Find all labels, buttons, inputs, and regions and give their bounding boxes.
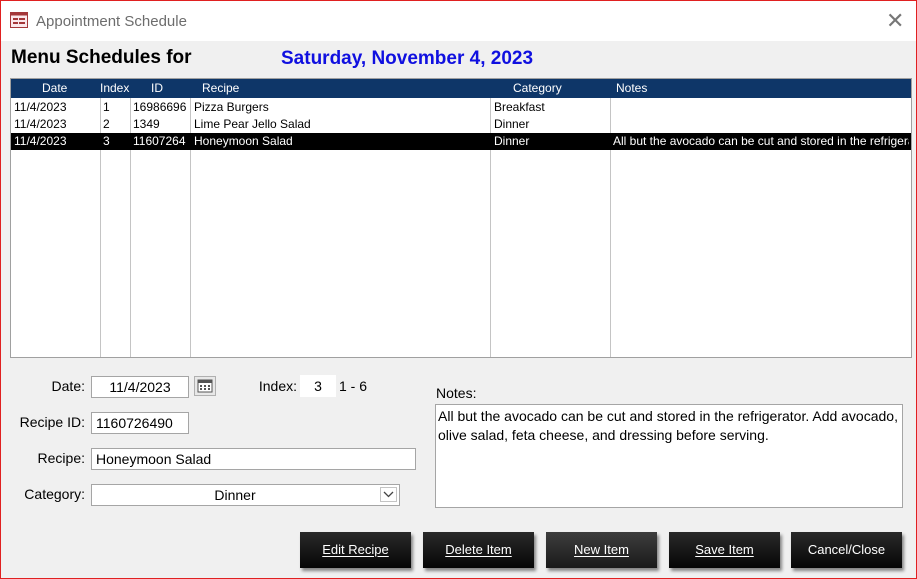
recipe-id-label: Recipe ID: — [19, 414, 85, 430]
save-item-button[interactable]: Save Item — [669, 532, 780, 568]
cancel-close-button[interactable]: Cancel/Close — [791, 532, 902, 568]
cell-notes: All but the avocado can be cut and store… — [613, 134, 909, 148]
column-header-date[interactable]: Date — [42, 79, 67, 98]
cell-recipe: Lime Pear Jello Salad — [194, 117, 311, 131]
cell-id: 11607264 — [133, 134, 186, 148]
close-icon[interactable]: ✕ — [886, 10, 904, 32]
index-label: Index: — [258, 378, 297, 394]
cell-index: 1 — [103, 100, 110, 114]
recipe-id-field[interactable]: 1160726490 — [91, 412, 189, 434]
cell-id: 1349 — [133, 117, 160, 131]
notes-label: Notes: — [436, 385, 477, 401]
menu-schedule-grid[interactable]: Date Index ID Recipe Category Notes 11/4… — [10, 78, 912, 358]
cell-id: 16986696 — [133, 100, 187, 114]
cell-date: 11/4/2023 — [14, 117, 67, 131]
date-label: Date: — [51, 378, 85, 394]
form-icon — [10, 12, 28, 28]
calendar-icon — [197, 379, 213, 393]
edit-recipe-button[interactable]: Edit Recipe — [300, 532, 411, 568]
column-header-index[interactable]: Index — [100, 79, 129, 98]
recipe-field[interactable]: Honeymoon Salad — [91, 448, 416, 470]
delete-item-button[interactable]: Delete Item — [423, 532, 534, 568]
cell-recipe: Pizza Burgers — [194, 100, 269, 114]
cell-notes — [613, 99, 909, 116]
appointment-schedule-window: Appointment Schedule ✕ Menu Schedules fo… — [0, 0, 917, 579]
cell-category: Dinner — [494, 117, 530, 131]
column-header-category[interactable]: Category — [513, 79, 562, 98]
schedule-date-heading: Saturday, November 4, 2023 — [281, 48, 534, 69]
index-field[interactable]: 3 — [300, 375, 336, 397]
table-row[interactable]: 11/4/2023 1 16986696 Pizza Burgers Break… — [11, 99, 911, 116]
cell-recipe: Honeymoon Salad — [194, 134, 293, 148]
page-title: Menu Schedules for — [11, 47, 192, 68]
cell-category: Dinner — [494, 134, 530, 148]
cell-index: 2 — [103, 117, 110, 131]
column-header-notes[interactable]: Notes — [616, 79, 647, 98]
recipe-label: Recipe: — [37, 450, 85, 466]
column-header-id[interactable]: ID — [151, 79, 163, 98]
window-title: Appointment Schedule — [36, 13, 187, 30]
category-value: Dinner — [214, 487, 256, 503]
cell-notes — [613, 116, 909, 133]
category-combo[interactable]: Dinner — [91, 484, 400, 506]
table-row-selected[interactable]: 11/4/2023 3 11607264 Honeymoon Salad Din… — [11, 133, 911, 150]
calendar-button[interactable] — [194, 376, 216, 396]
date-field[interactable]: 11/4/2023 — [91, 376, 189, 398]
new-item-button[interactable]: New Item — [546, 532, 657, 568]
category-label: Category: — [24, 486, 85, 502]
cell-date: 11/4/2023 — [14, 134, 67, 148]
cell-date: 11/4/2023 — [14, 100, 67, 114]
table-row[interactable]: 11/4/2023 2 1349 Lime Pear Jello Salad D… — [11, 116, 911, 133]
cell-index: 3 — [103, 134, 110, 148]
title-bar: Appointment Schedule ✕ — [1, 1, 916, 41]
notes-field[interactable]: All but the avocado can be cut and store… — [435, 404, 903, 508]
chevron-down-icon[interactable] — [380, 487, 397, 502]
column-header-recipe[interactable]: Recipe — [202, 79, 239, 98]
cell-category: Breakfast — [494, 100, 545, 114]
grid-header: Date Index ID Recipe Category Notes — [11, 79, 911, 98]
index-range: 1 - 6 — [339, 378, 368, 394]
